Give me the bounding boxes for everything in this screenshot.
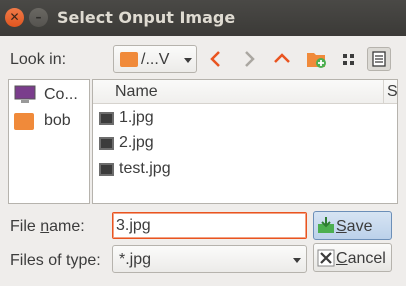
cancel-button[interactable]: Cancel xyxy=(313,243,392,272)
file-name-label-text: File xyxy=(10,218,41,235)
forward-button[interactable] xyxy=(237,47,261,71)
look-in-combo[interactable]: /...V xyxy=(113,45,197,73)
file-name-label: File name: xyxy=(10,218,85,236)
list-item[interactable]: 1.jpg xyxy=(93,106,383,131)
file-list[interactable]: Name S 1.jpg 2.jpg test.jpg xyxy=(92,79,398,204)
file-list-header: Name S xyxy=(93,80,397,104)
image-file-icon xyxy=(99,137,114,150)
chevron-down-icon xyxy=(184,58,192,63)
back-button[interactable] xyxy=(204,47,228,71)
save-icon xyxy=(318,217,334,233)
chevron-down-icon xyxy=(293,258,301,263)
computer-icon xyxy=(14,85,36,103)
save-button[interactable]: Save xyxy=(313,211,392,240)
save-mnemonic: S xyxy=(336,218,347,235)
folder-icon xyxy=(120,52,138,67)
file-name: 1.jpg xyxy=(119,109,154,126)
window-title: Select Onput Image xyxy=(57,8,236,27)
column-header-size[interactable]: S xyxy=(387,83,397,101)
cancel-label-rest: ancel xyxy=(347,250,386,267)
look-in-path: /...V xyxy=(141,51,170,68)
column-header-name[interactable]: Name xyxy=(115,83,158,101)
cancel-mnemonic: C xyxy=(336,250,348,267)
save-label-rest: ave xyxy=(346,218,373,235)
list-item[interactable]: 2.jpg xyxy=(93,131,383,156)
detail-view-button[interactable] xyxy=(367,47,391,71)
minimize-window-button[interactable]: – xyxy=(29,8,48,27)
sidebar-item-label: Co... xyxy=(44,86,78,103)
detail-view-icon xyxy=(372,51,386,67)
sidebar-item-label: bob xyxy=(44,112,71,129)
file-name: 2.jpg xyxy=(119,134,154,151)
image-file-icon xyxy=(99,112,114,125)
title-bar: ✕ – Select Onput Image xyxy=(0,0,406,36)
new-folder-button[interactable] xyxy=(304,47,328,71)
grid-view-icon xyxy=(343,54,354,65)
list-item[interactable]: test.jpg xyxy=(93,157,383,182)
file-name-input[interactable] xyxy=(112,212,307,239)
file-type-combo[interactable]: *.jpg xyxy=(112,245,307,273)
cancel-button-label: Cancel xyxy=(336,250,386,268)
home-folder-icon xyxy=(14,113,34,130)
close-window-button[interactable]: ✕ xyxy=(5,8,24,27)
parent-directory-button[interactable] xyxy=(270,47,294,71)
image-file-icon xyxy=(99,163,114,176)
file-name-label-text: ame: xyxy=(49,218,85,235)
look-in-label: Look in: xyxy=(10,51,67,68)
sidebar-item-computer[interactable]: Co... xyxy=(9,83,89,109)
column-divider xyxy=(383,80,384,104)
forward-arrow-icon xyxy=(245,51,255,67)
new-folder-icon xyxy=(307,53,326,68)
back-arrow-icon xyxy=(210,51,220,67)
up-arrow-icon xyxy=(274,53,290,63)
file-type-value: *.jpg xyxy=(119,251,152,268)
save-button-label: Save xyxy=(336,218,372,236)
sidebar: Co... bob xyxy=(8,79,90,204)
file-type-label: Files of type: xyxy=(10,252,101,269)
sidebar-item-bob[interactable]: bob xyxy=(9,109,89,135)
file-name-label-mnemonic: n xyxy=(40,218,50,235)
cancel-icon xyxy=(317,249,335,267)
file-name: test.jpg xyxy=(119,160,171,177)
list-view-button[interactable] xyxy=(336,47,360,71)
